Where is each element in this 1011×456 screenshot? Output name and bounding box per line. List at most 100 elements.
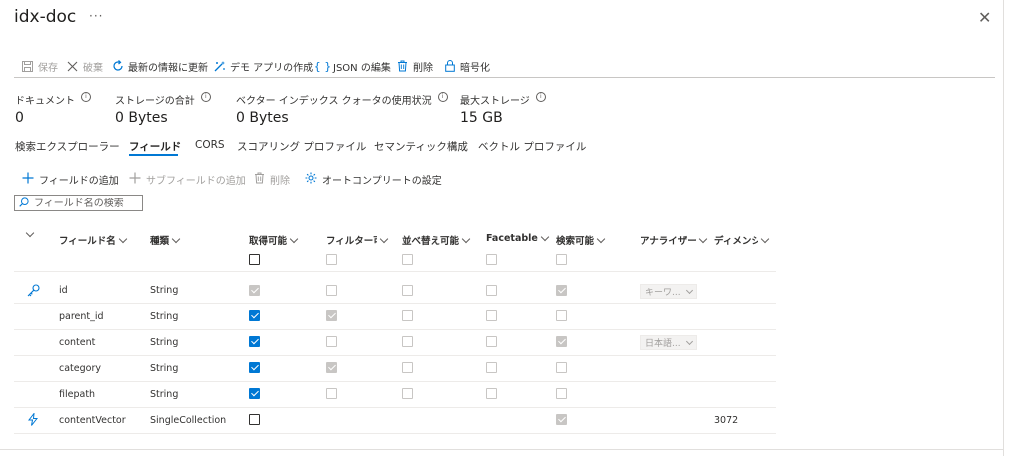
field-dimensions: 3072 bbox=[714, 415, 739, 426]
tab-vector-profiles[interactable]: ベクトル プロファイル bbox=[478, 139, 586, 154]
plus-icon bbox=[22, 172, 34, 187]
header-checkbox-sortable bbox=[402, 254, 413, 265]
toolbar-divider bbox=[14, 77, 995, 78]
trash-icon bbox=[396, 60, 409, 73]
autocomplete-settings-button[interactable]: オートコンプリートの設定 bbox=[305, 172, 442, 187]
info-icon[interactable]: i bbox=[535, 92, 546, 102]
checkbox-searchable bbox=[556, 310, 567, 321]
tab-search-explorer[interactable]: 検索エクスプローラー bbox=[15, 139, 120, 154]
field-name: parent_id bbox=[59, 311, 104, 322]
col-header-retrievable[interactable]: 取得可能 bbox=[249, 233, 299, 247]
table-row-divider bbox=[14, 381, 776, 382]
page-title: idx-doc bbox=[14, 7, 77, 27]
info-icon[interactable]: i bbox=[437, 92, 448, 102]
json-braces-icon: { } bbox=[313, 59, 332, 73]
chevron-down-icon bbox=[461, 234, 471, 243]
chevron-down-icon bbox=[760, 234, 770, 243]
more-options-button[interactable]: ··· bbox=[89, 9, 103, 23]
checkbox-sortable bbox=[402, 388, 413, 399]
stat-storage-value: 0 Bytes bbox=[115, 110, 168, 126]
field-name: filepath bbox=[59, 389, 96, 400]
field-name: contentVector bbox=[59, 415, 126, 426]
lock-icon bbox=[443, 60, 456, 73]
field-type: String bbox=[150, 337, 179, 348]
field-name: id bbox=[59, 285, 68, 296]
col-header-facetable[interactable]: Facetable bbox=[486, 232, 550, 244]
col-header-name[interactable]: フィールド名 bbox=[59, 233, 128, 247]
discard-icon bbox=[66, 60, 79, 73]
autocomplete-settings-label: オートコンプリートの設定 bbox=[322, 175, 442, 187]
checkbox-retrievable[interactable] bbox=[249, 310, 260, 321]
checkbox-searchable bbox=[556, 336, 567, 347]
delete-index-button[interactable]: 削除 bbox=[396, 58, 433, 74]
save-button[interactable]: 保存 bbox=[21, 58, 58, 74]
checkbox-retrievable[interactable] bbox=[249, 336, 260, 347]
refresh-icon bbox=[111, 60, 124, 73]
add-subfield-button[interactable]: サブフィールドの追加 bbox=[129, 172, 246, 187]
table-row-divider bbox=[14, 407, 776, 408]
header-checkbox-facetable bbox=[486, 254, 497, 265]
col-header-dimensions[interactable]: ディメンション bbox=[714, 233, 770, 247]
add-field-label: フィールドの追加 bbox=[39, 175, 119, 187]
col-header-type[interactable]: 種類 bbox=[150, 233, 181, 247]
chevron-down-icon bbox=[171, 234, 181, 243]
stat-max-storage-label: 最大ストレージ i bbox=[460, 92, 546, 107]
close-button[interactable]: ✕ bbox=[978, 8, 991, 27]
tab-cors[interactable]: CORS bbox=[195, 139, 225, 151]
field-search-input[interactable] bbox=[34, 197, 134, 209]
add-field-button[interactable]: フィールドの追加 bbox=[22, 172, 119, 187]
tab-scoring-profiles[interactable]: スコアリング プロファイル bbox=[237, 139, 366, 154]
checkbox-retrievable[interactable] bbox=[249, 414, 260, 425]
analyzer-dropdown: 日本語... bbox=[640, 335, 697, 350]
active-tab-indicator bbox=[129, 154, 178, 156]
field-type: String bbox=[150, 311, 179, 322]
header-checkbox-filterable bbox=[326, 254, 337, 265]
save-label: 保存 bbox=[38, 62, 58, 74]
refresh-button[interactable]: 最新の情報に更新 bbox=[111, 58, 208, 74]
col-header-searchable[interactable]: 検索可能 bbox=[556, 233, 606, 247]
tab-fields[interactable]: フィールド bbox=[129, 139, 181, 154]
checkbox-searchable bbox=[556, 285, 567, 296]
demo-app-label: デモ アプリの作成 bbox=[230, 62, 314, 74]
info-icon[interactable]: i bbox=[200, 92, 211, 102]
checkbox-searchable bbox=[556, 414, 567, 425]
stat-max-storage-value: 15 GB bbox=[460, 110, 503, 126]
encrypt-button[interactable]: 暗号化 bbox=[443, 58, 490, 74]
checkbox-searchable bbox=[556, 362, 567, 373]
stat-documents-value: 0 bbox=[15, 110, 24, 126]
chevron-down-icon bbox=[685, 337, 694, 345]
col-header-sortable[interactable]: 並べ替え可能 bbox=[402, 233, 471, 247]
chevron-down-icon bbox=[289, 234, 299, 243]
checkbox-retrievable[interactable] bbox=[249, 362, 260, 373]
save-icon bbox=[21, 60, 34, 73]
discard-button[interactable]: 破棄 bbox=[66, 58, 103, 74]
create-demo-app-button[interactable]: デモ アプリの作成 bbox=[213, 58, 313, 74]
col-header-analyzer[interactable]: アナライザー bbox=[640, 233, 708, 247]
chevron-down-icon bbox=[118, 234, 128, 243]
field-search-box[interactable] bbox=[14, 195, 143, 211]
key-icon bbox=[27, 284, 40, 300]
delete-field-button[interactable]: 削除 bbox=[254, 172, 290, 187]
checkbox-retrievable bbox=[249, 285, 260, 296]
delete-index-label: 削除 bbox=[413, 62, 433, 74]
discard-label: 破棄 bbox=[83, 62, 103, 74]
tab-semantic-config[interactable]: セマンティック構成 bbox=[374, 139, 468, 154]
window-border-right bbox=[1003, 0, 1004, 456]
checkbox-sortable bbox=[402, 285, 413, 296]
expand-all-toggle[interactable] bbox=[25, 228, 35, 238]
col-header-filterable[interactable]: フィルター可 bbox=[326, 233, 389, 247]
encrypt-label: 暗号化 bbox=[460, 62, 490, 74]
table-row-divider bbox=[14, 433, 776, 434]
search-icon bbox=[19, 196, 29, 210]
info-icon[interactable]: i bbox=[81, 92, 91, 102]
header-checkbox-retrievable[interactable] bbox=[249, 254, 260, 265]
refresh-label: 最新の情報に更新 bbox=[128, 62, 208, 74]
table-row-divider bbox=[14, 329, 776, 330]
checkbox-retrievable[interactable] bbox=[249, 388, 260, 399]
checkbox-facetable bbox=[486, 388, 497, 399]
edit-json-button[interactable]: { } JSON の編集 bbox=[313, 58, 391, 74]
stat-vector-quota-value: 0 Bytes bbox=[236, 110, 289, 126]
stat-storage-label: ストレージの合計 i bbox=[115, 92, 211, 107]
chevron-down-icon bbox=[25, 228, 35, 238]
field-type: String bbox=[150, 363, 179, 374]
